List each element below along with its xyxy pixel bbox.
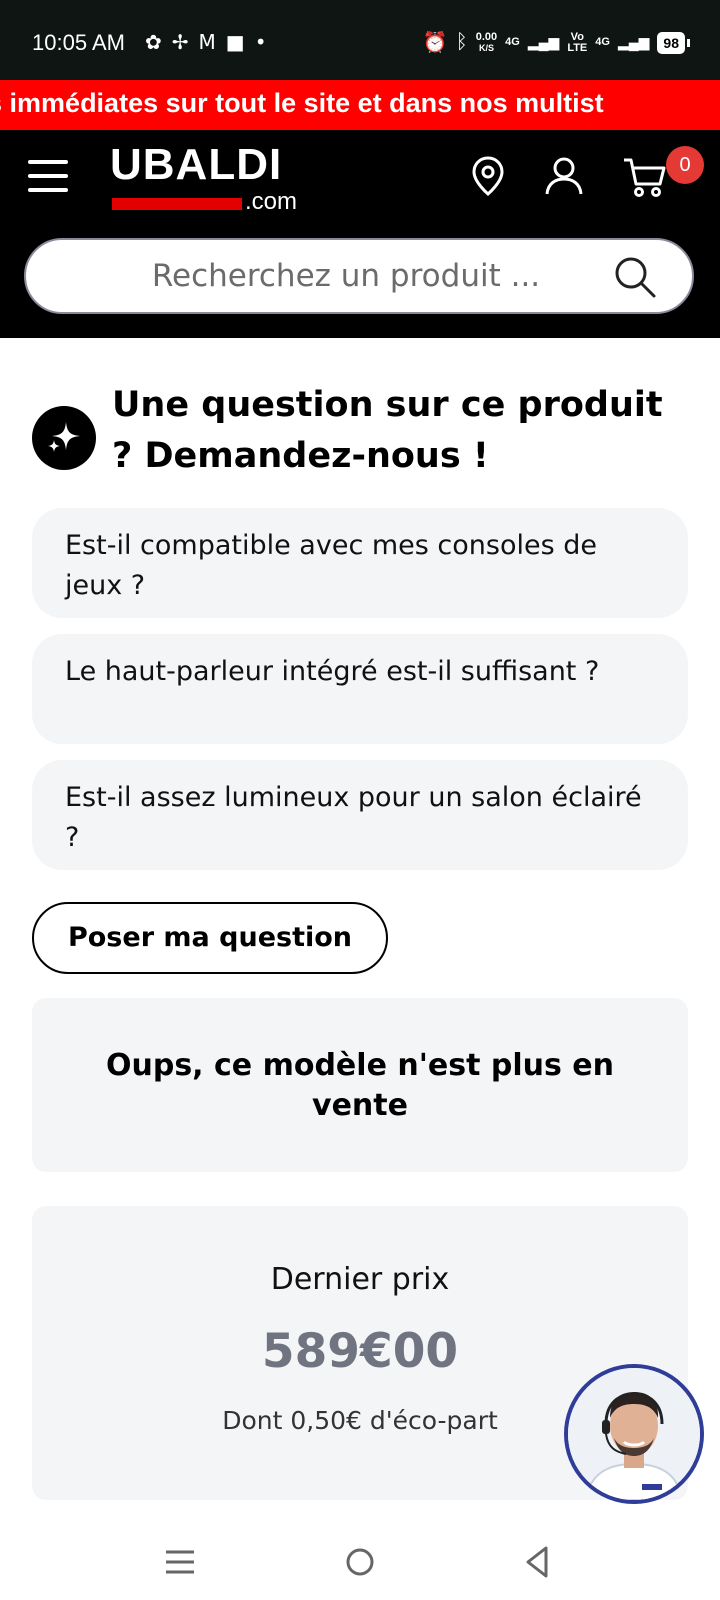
chat-agent-avatar[interactable] — [564, 1364, 704, 1504]
mail-icon: M — [198, 30, 216, 54]
suggested-question[interactable]: Est-il assez lumineux pour un salon écla… — [32, 760, 688, 870]
ubaldi-logo[interactable]: UBALDI .com — [110, 140, 310, 215]
dot-icon: • — [254, 30, 267, 54]
home-icon[interactable] — [340, 1542, 380, 1582]
ask-question-button[interactable]: Poser ma question — [32, 902, 388, 974]
status-time: 10:05 AM — [32, 30, 125, 55]
agent-portrait-icon — [568, 1368, 700, 1500]
logo-domain: .com — [245, 188, 298, 215]
back-icon[interactable] — [518, 1542, 558, 1582]
logo-red-bar — [112, 198, 242, 210]
leaf-icon: ✿ — [145, 30, 162, 54]
battery-indicator: 98 — [657, 31, 685, 54]
search-icon[interactable] — [612, 254, 658, 300]
price-label: Dernier prix — [270, 1262, 450, 1297]
battery-tip — [687, 38, 690, 47]
cart-icon[interactable] — [622, 154, 670, 202]
status-bar: 10:05 AM ✿ ✢ M ■ • ⏰ ᛒ 0.00 K/S 4G ▂▄▆ V… — [0, 0, 720, 80]
signal-bars-icon-2: ▂▄▆ — [617, 34, 650, 50]
fan-icon: ✢ — [171, 30, 189, 54]
price-value: 589€00 — [261, 1324, 459, 1379]
menu-icon[interactable] — [28, 160, 68, 194]
sparkle-icon — [32, 406, 96, 470]
unavailable-notice: Oups, ce modèle n'est plus en vente — [32, 998, 688, 1172]
user-icon[interactable] — [542, 154, 586, 198]
cart-count-badge: 0 — [666, 146, 704, 184]
system-indicators: ⏰ ᛒ 0.00 K/S 4G ▂▄▆ Vo LTE 4G ▂▄▆ 98 — [423, 30, 690, 55]
suggested-question[interactable]: Est-il compatible avec mes consoles de j… — [32, 508, 688, 618]
signal-4g-2: 4G — [595, 36, 610, 48]
suggested-question[interactable]: Le haut-parleur intégré est-il suffisant… — [32, 634, 688, 744]
search-input[interactable] — [26, 240, 626, 312]
bluetooth-icon: ᛒ — [455, 31, 468, 53]
site-header: UBALDI .com 0 — [0, 130, 720, 338]
net-speed: 0.00 K/S — [475, 30, 498, 53]
promo-banner[interactable]: es immédiates sur tout le site et dans n… — [0, 80, 720, 130]
app-square-icon: ■ — [225, 30, 245, 54]
signal-4g-1: 4G — [505, 36, 520, 48]
signal-bars-icon: ▂▄▆ — [527, 34, 560, 50]
promo-text: es immédiates sur tout le site et dans n… — [0, 88, 604, 118]
logo-text: UBALDI — [110, 140, 283, 189]
alarm-icon: ⏰ — [422, 32, 448, 54]
qa-title: Une question sur ce produit ? Demandez-n… — [112, 385, 663, 476]
system-navigation-bar — [0, 1516, 720, 1600]
recents-icon[interactable] — [160, 1542, 200, 1582]
notification-icons: ✿ ✢ M ■ • — [145, 32, 267, 52]
volte-indicator: Vo LTE — [567, 30, 588, 54]
location-pin-icon[interactable] — [466, 154, 510, 198]
search-bar — [24, 238, 694, 314]
